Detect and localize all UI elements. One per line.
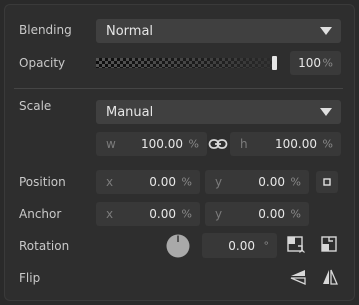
- rotate-counterclockwise-button[interactable]: [320, 235, 340, 255]
- rotate-right-icon: [287, 236, 305, 253]
- link-icon[interactable]: [207, 134, 229, 154]
- rotation-dial[interactable]: [166, 234, 190, 258]
- anchor-y-prefix: y: [215, 207, 223, 221]
- chevron-down-icon: [320, 108, 332, 116]
- flip-horizontal-icon: [323, 269, 338, 285]
- scale-height-unit: %: [322, 137, 333, 151]
- rotation-value: 0.00: [228, 238, 255, 253]
- scale-mode-select[interactable]: Manual: [96, 100, 341, 124]
- scale-height-value: 100.00: [275, 137, 317, 151]
- anchor-label: Anchor: [19, 207, 62, 221]
- rotation-label: Rotation: [19, 239, 70, 253]
- flip-vertical-button[interactable]: [288, 267, 308, 287]
- rotation-input[interactable]: 0.00 °: [202, 233, 277, 258]
- position-y-input[interactable]: y 0.00 %: [205, 170, 309, 194]
- blending-select[interactable]: Normal: [96, 19, 341, 43]
- anchor-x-unit: %: [181, 207, 192, 221]
- anchor-x-prefix: x: [106, 207, 114, 221]
- divider: [14, 88, 343, 89]
- position-x-prefix: x: [106, 175, 114, 189]
- scale-height-prefix: h: [240, 137, 248, 151]
- position-y-unit: %: [290, 175, 301, 189]
- scale-label: Scale: [19, 99, 52, 113]
- flip-horizontal-button[interactable]: [320, 267, 340, 287]
- rotate-clockwise-button[interactable]: [286, 235, 306, 255]
- position-x-value: 0.00: [149, 175, 176, 189]
- position-x-unit: %: [181, 175, 192, 189]
- square-icon: [323, 178, 331, 186]
- opacity-input[interactable]: 100 %: [290, 51, 341, 75]
- anchor-y-unit: %: [290, 207, 301, 221]
- scale-mode-value: Manual: [106, 104, 154, 120]
- blending-value: Normal: [106, 23, 154, 39]
- scale-width-value: 100.00: [141, 137, 183, 151]
- rotate-left-icon: [321, 236, 337, 252]
- scale-width-unit: %: [188, 137, 199, 151]
- position-y-value: 0.00: [258, 175, 285, 189]
- position-reset-button[interactable]: [316, 171, 338, 193]
- opacity-unit: %: [322, 56, 333, 70]
- chevron-down-icon: [320, 27, 332, 35]
- anchor-x-input[interactable]: x 0.00 %: [96, 202, 200, 226]
- opacity-value: 100: [298, 56, 321, 70]
- position-y-prefix: y: [215, 175, 223, 189]
- scale-height-input[interactable]: h 100.00 %: [230, 132, 341, 156]
- anchor-x-value: 0.00: [149, 207, 176, 221]
- scale-width-prefix: w: [106, 137, 116, 151]
- flip-label: Flip: [19, 271, 41, 285]
- anchor-y-value: 0.00: [258, 207, 285, 221]
- blending-label: Blending: [19, 23, 72, 37]
- opacity-slider-handle[interactable]: [272, 56, 277, 70]
- anchor-y-input[interactable]: y 0.00 %: [205, 202, 309, 226]
- opacity-slider-track[interactable]: [96, 58, 273, 68]
- position-x-input[interactable]: x 0.00 %: [96, 170, 200, 194]
- scale-width-input[interactable]: w 100.00 %: [96, 132, 207, 156]
- opacity-label: Opacity: [19, 56, 66, 70]
- flip-vertical-icon: [290, 270, 306, 285]
- rotation-unit: °: [263, 239, 270, 252]
- position-label: Position: [19, 175, 66, 189]
